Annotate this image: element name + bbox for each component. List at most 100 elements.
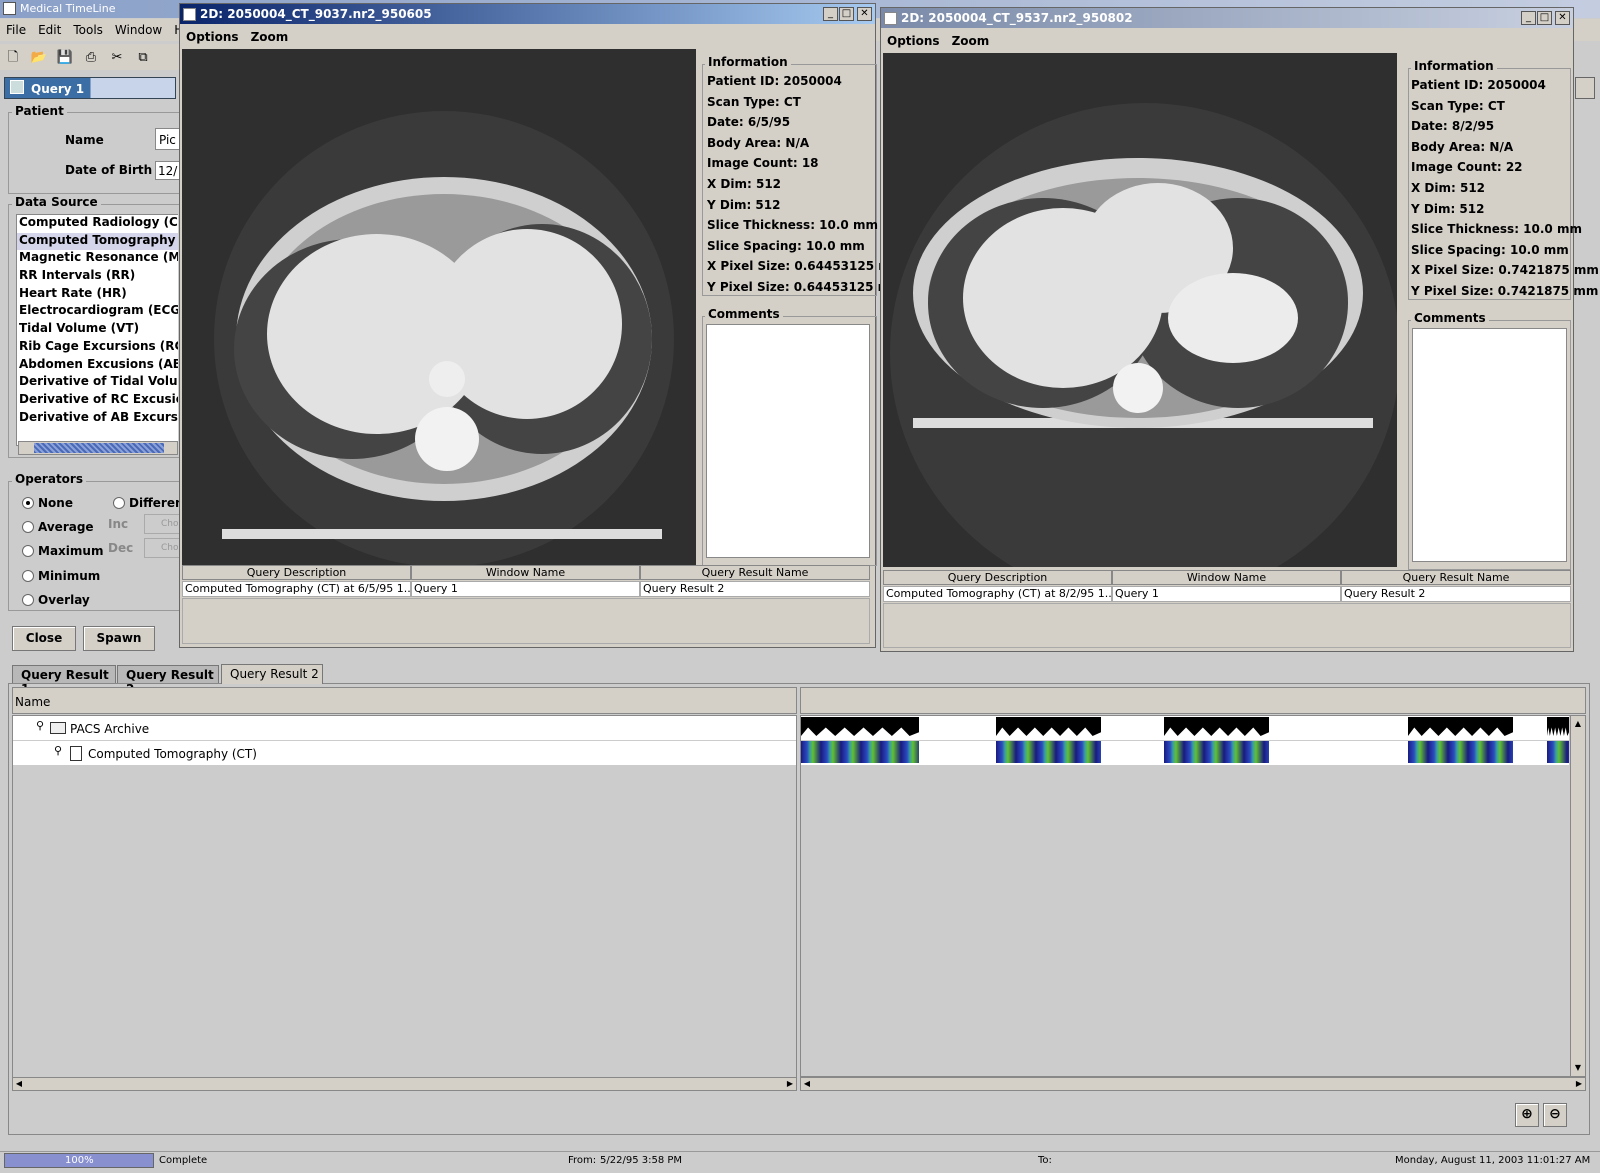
list-item[interactable]: Computed Radiology (CR) xyxy=(17,215,178,233)
dob-input[interactable]: 12/ xyxy=(155,161,180,180)
timeline-vscrollbar[interactable]: ▲ ▼ xyxy=(1570,716,1585,1076)
comments-textarea-2[interactable] xyxy=(1412,328,1567,562)
info-slice-spacing: Slice Spacing: 10.0 mm xyxy=(1411,242,1569,257)
list-hscrollbar[interactable] xyxy=(18,441,178,455)
ct-window-1-title-bar[interactable]: 2D: 2050004_CT_9037.nr2_950605 xyxy=(180,4,875,24)
ct-thumbnails[interactable] xyxy=(1547,741,1569,763)
list-item[interactable]: RR Intervals (RR) xyxy=(17,268,178,286)
tree-expand-icon[interactable]: ⚲ xyxy=(54,744,62,757)
data-source-list[interactable]: Computed Radiology (CR) Computed Tomogra… xyxy=(16,214,178,446)
list-item-selected[interactable]: Computed Tomography (CT) xyxy=(17,232,178,251)
tab-query-result-2-active[interactable]: Query Result 2 xyxy=(221,664,323,684)
tree-expand-icon[interactable]: ⚲ xyxy=(36,719,44,732)
minimum-radio[interactable] xyxy=(22,570,34,582)
scroll-right-icon[interactable]: ▶ xyxy=(1573,1078,1585,1090)
timeline-hscrollbar[interactable]: ◀ ▶ xyxy=(800,1077,1586,1091)
ct-thumbnails[interactable] xyxy=(801,741,919,763)
info-legend-2: Information xyxy=(1411,59,1497,73)
none-radio[interactable] xyxy=(22,497,34,509)
list-item[interactable]: Heart Rate (HR) xyxy=(17,286,178,304)
maximum-radio[interactable] xyxy=(22,545,34,557)
tab-query-result-1[interactable]: Query Result 1 xyxy=(12,665,116,696)
open-folder-icon[interactable]: 📂 xyxy=(29,50,49,68)
col-window-name[interactable]: Window Name xyxy=(1112,570,1341,585)
patient-group xyxy=(8,112,180,194)
cell-query-result-name: Query Result 2 xyxy=(1341,586,1571,602)
scroll-up-icon[interactable]: ▲ xyxy=(1572,718,1584,730)
app-icon xyxy=(3,2,16,15)
tree-hscrollbar[interactable]: ◀ ▶ xyxy=(12,1077,797,1091)
copy-icon[interactable]: ⧉ xyxy=(133,50,153,68)
menu-file[interactable]: File xyxy=(0,19,32,37)
close-button[interactable]: Close xyxy=(12,626,76,651)
info-slice-thickness: Slice Thickness: 10.0 mm xyxy=(707,218,878,233)
menu-edit[interactable]: Edit xyxy=(32,19,67,37)
minimize-icon[interactable]: _ xyxy=(1521,11,1536,25)
maximize-icon[interactable]: □ xyxy=(1537,11,1552,25)
info-x-pixel-size: X Pixel Size: 0.7421875 mm xyxy=(1411,263,1599,278)
save-icon[interactable]: 💾 xyxy=(55,50,75,68)
document-icon xyxy=(70,746,82,761)
scroll-left-icon[interactable]: ◀ xyxy=(801,1078,813,1090)
col-query-description[interactable]: Query Description xyxy=(182,565,411,580)
menu-window[interactable]: Window xyxy=(109,19,168,37)
list-item[interactable]: Derivative of Tidal Volume (c xyxy=(17,374,178,392)
menu-options[interactable]: Options xyxy=(180,30,245,44)
list-item[interactable]: Derivative of AB Excursions xyxy=(17,410,178,428)
close-icon[interactable]: ✕ xyxy=(857,7,872,21)
col-query-result-name[interactable]: Query Result Name xyxy=(640,565,870,580)
info-list-2: Patient ID: 2050004 Scan Type: CT Date: … xyxy=(1411,78,1599,305)
list-item[interactable]: Abdomen Excusions (AB) xyxy=(17,357,178,375)
ct-image-2[interactable] xyxy=(883,53,1397,567)
col-window-name[interactable]: Window Name xyxy=(411,565,640,580)
list-item[interactable]: Tidal Volume (VT) xyxy=(17,321,178,339)
info-body-area: Body Area: N/A xyxy=(1411,139,1514,154)
scroll-right-icon[interactable]: ▶ xyxy=(784,1078,796,1090)
list-item[interactable]: Rib Cage Excursions (RC) xyxy=(17,339,178,357)
list-item[interactable]: Electrocardiogram (ECG) xyxy=(17,303,178,321)
menu-options[interactable]: Options xyxy=(881,34,946,48)
zoom-out-icon[interactable]: ⊖ xyxy=(1543,1103,1567,1127)
timeline-area[interactable] xyxy=(800,715,1586,1077)
name-input[interactable]: Pic xyxy=(155,128,180,150)
ct-window-2-title-bar[interactable]: 2D: 2050004_CT_9537.nr2_950802 xyxy=(881,8,1573,28)
ct-image-1[interactable] xyxy=(182,49,696,567)
overlay-radio[interactable] xyxy=(22,594,34,606)
dec-choose-button[interactable]: Cho xyxy=(144,538,180,558)
query-frame-title[interactable]: Query 1 xyxy=(4,77,176,99)
ct-thumbnails[interactable] xyxy=(1408,741,1513,763)
info-x-pixel-size: X Pixel Size: 0.64453125 mm xyxy=(707,259,904,274)
average-radio[interactable] xyxy=(22,521,34,533)
inc-choose-button[interactable]: Cho xyxy=(144,514,180,534)
scroll-left-icon[interactable]: ◀ xyxy=(13,1078,25,1090)
ct-thumbnails[interactable] xyxy=(1164,741,1269,763)
data-source-legend: Data Source xyxy=(12,195,101,209)
col-query-description[interactable]: Query Description xyxy=(883,570,1112,585)
scroll-thumb[interactable] xyxy=(34,443,164,453)
table-empty-area xyxy=(883,603,1571,648)
spawn-button[interactable]: Spawn xyxy=(83,626,155,651)
to-label: To: xyxy=(1038,1155,1052,1166)
list-item[interactable]: Derivative of RC Excusions ( xyxy=(17,392,178,410)
tab-query-result-2[interactable]: Query Result 2 xyxy=(117,665,219,696)
print-icon[interactable]: ⎙ xyxy=(81,50,101,68)
ct-thumbnails[interactable] xyxy=(996,741,1101,763)
col-query-result-name[interactable]: Query Result Name xyxy=(1341,570,1571,585)
comments-textarea-1[interactable] xyxy=(706,324,870,558)
list-item[interactable]: Magnetic Resonance (MR) xyxy=(17,250,178,268)
info-image-count: Image Count: 18 xyxy=(707,156,819,171)
info-slice-thickness: Slice Thickness: 10.0 mm xyxy=(1411,222,1582,237)
minimize-icon[interactable]: _ xyxy=(823,7,838,21)
menu-zoom[interactable]: Zoom xyxy=(245,30,295,44)
difference-radio[interactable] xyxy=(113,497,125,509)
maximize-icon[interactable]: □ xyxy=(839,7,854,21)
progress-text: 100% xyxy=(65,1155,94,1166)
scroll-down-icon[interactable]: ▼ xyxy=(1572,1062,1584,1074)
menu-zoom[interactable]: Zoom xyxy=(946,34,996,48)
tree-header[interactable]: Name xyxy=(12,687,797,714)
cut-icon[interactable]: ✂ xyxy=(107,50,127,68)
close-icon[interactable]: ✕ xyxy=(1555,11,1570,25)
zoom-in-icon[interactable]: ⊕ xyxy=(1515,1103,1539,1127)
new-file-icon[interactable]: 🗋 xyxy=(3,48,23,66)
menu-tools[interactable]: Tools xyxy=(67,19,109,37)
